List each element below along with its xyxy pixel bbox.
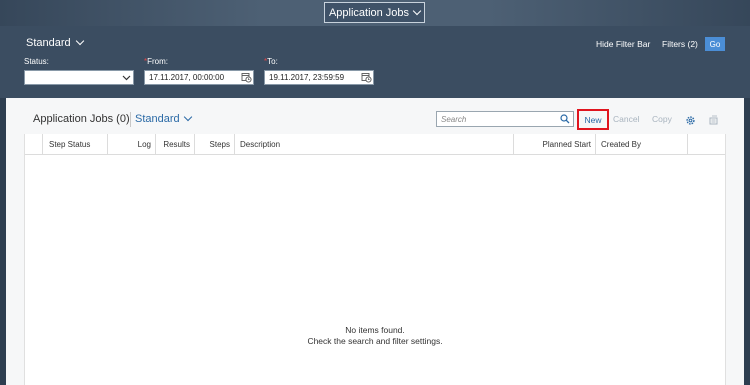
from-datetime-input[interactable]: 17.11.2017, 00:00:00 bbox=[144, 70, 254, 85]
table-header: Step Status Log Results Steps Descriptio… bbox=[25, 134, 725, 155]
empty-state-line1: No items found. bbox=[345, 325, 405, 335]
chevron-down-icon bbox=[75, 36, 84, 46]
hide-filter-bar-button[interactable]: Hide Filter Bar bbox=[596, 39, 650, 49]
column-header-planned-start[interactable]: Planned Start bbox=[514, 134, 596, 154]
calendar-clock-icon[interactable] bbox=[239, 71, 253, 84]
select-all-column[interactable] bbox=[25, 134, 43, 154]
column-header-results[interactable]: Results bbox=[156, 134, 195, 154]
new-button[interactable]: New bbox=[577, 109, 609, 130]
column-header-steps[interactable]: Steps bbox=[195, 134, 235, 154]
empty-state-message: No items found. Check the search and fil… bbox=[25, 325, 725, 347]
table-variant-selector[interactable]: Standard bbox=[135, 112, 192, 125]
jobs-table: Step Status Log Results Steps Descriptio… bbox=[24, 134, 726, 385]
filter-variant-selector[interactable]: Standard bbox=[26, 36, 84, 49]
column-header-description[interactable]: Description bbox=[235, 134, 514, 154]
to-label-text: To: bbox=[267, 57, 278, 66]
chevron-down-icon bbox=[183, 112, 192, 122]
chevron-down-icon bbox=[412, 6, 422, 15]
filter-variant-label: Standard bbox=[26, 37, 71, 49]
gear-icon[interactable] bbox=[683, 113, 697, 127]
to-value: 19.11.2017, 23:59:59 bbox=[269, 73, 345, 82]
empty-state-line2: Check the search and filter settings. bbox=[307, 336, 443, 346]
chevron-down-icon bbox=[119, 71, 133, 84]
column-header-step-status[interactable]: Step Status bbox=[43, 134, 108, 154]
table-variant-label: Standard bbox=[135, 113, 180, 125]
search-input[interactable] bbox=[437, 114, 557, 124]
from-value: 17.11.2017, 00:00:00 bbox=[149, 73, 225, 82]
from-label-text: From: bbox=[147, 57, 169, 66]
column-header-spacer bbox=[688, 134, 725, 154]
status-select[interactable] bbox=[24, 70, 134, 85]
to-label: *To: bbox=[264, 57, 278, 66]
app-title: Application Jobs bbox=[328, 6, 410, 19]
column-header-log[interactable]: Log bbox=[108, 134, 156, 154]
go-button[interactable]: Go bbox=[705, 37, 725, 51]
cancel-button[interactable]: Cancel bbox=[613, 114, 639, 124]
column-header-created-by[interactable]: Created By bbox=[596, 134, 688, 154]
app-title-menu[interactable]: Application Jobs bbox=[324, 2, 425, 23]
filter-bar: Standard Hide Filter Bar Filters (2) Go … bbox=[0, 26, 750, 98]
copy-button[interactable]: Copy bbox=[652, 114, 672, 124]
export-icon[interactable] bbox=[706, 113, 720, 127]
table-title: Application Jobs (0) bbox=[33, 113, 130, 125]
to-datetime-input[interactable]: 19.11.2017, 23:59:59 bbox=[264, 70, 374, 85]
search-icon[interactable] bbox=[557, 112, 573, 126]
filters-button[interactable]: Filters (2) bbox=[662, 39, 698, 49]
toolbar-separator bbox=[130, 112, 131, 127]
shell-header: Application Jobs bbox=[0, 0, 750, 26]
from-label: *From: bbox=[144, 57, 168, 66]
search-field[interactable] bbox=[436, 111, 574, 127]
status-label: Status: bbox=[24, 57, 49, 66]
calendar-clock-icon[interactable] bbox=[359, 71, 373, 84]
content-panel: Application Jobs (0) Standard New Cancel… bbox=[6, 98, 744, 385]
